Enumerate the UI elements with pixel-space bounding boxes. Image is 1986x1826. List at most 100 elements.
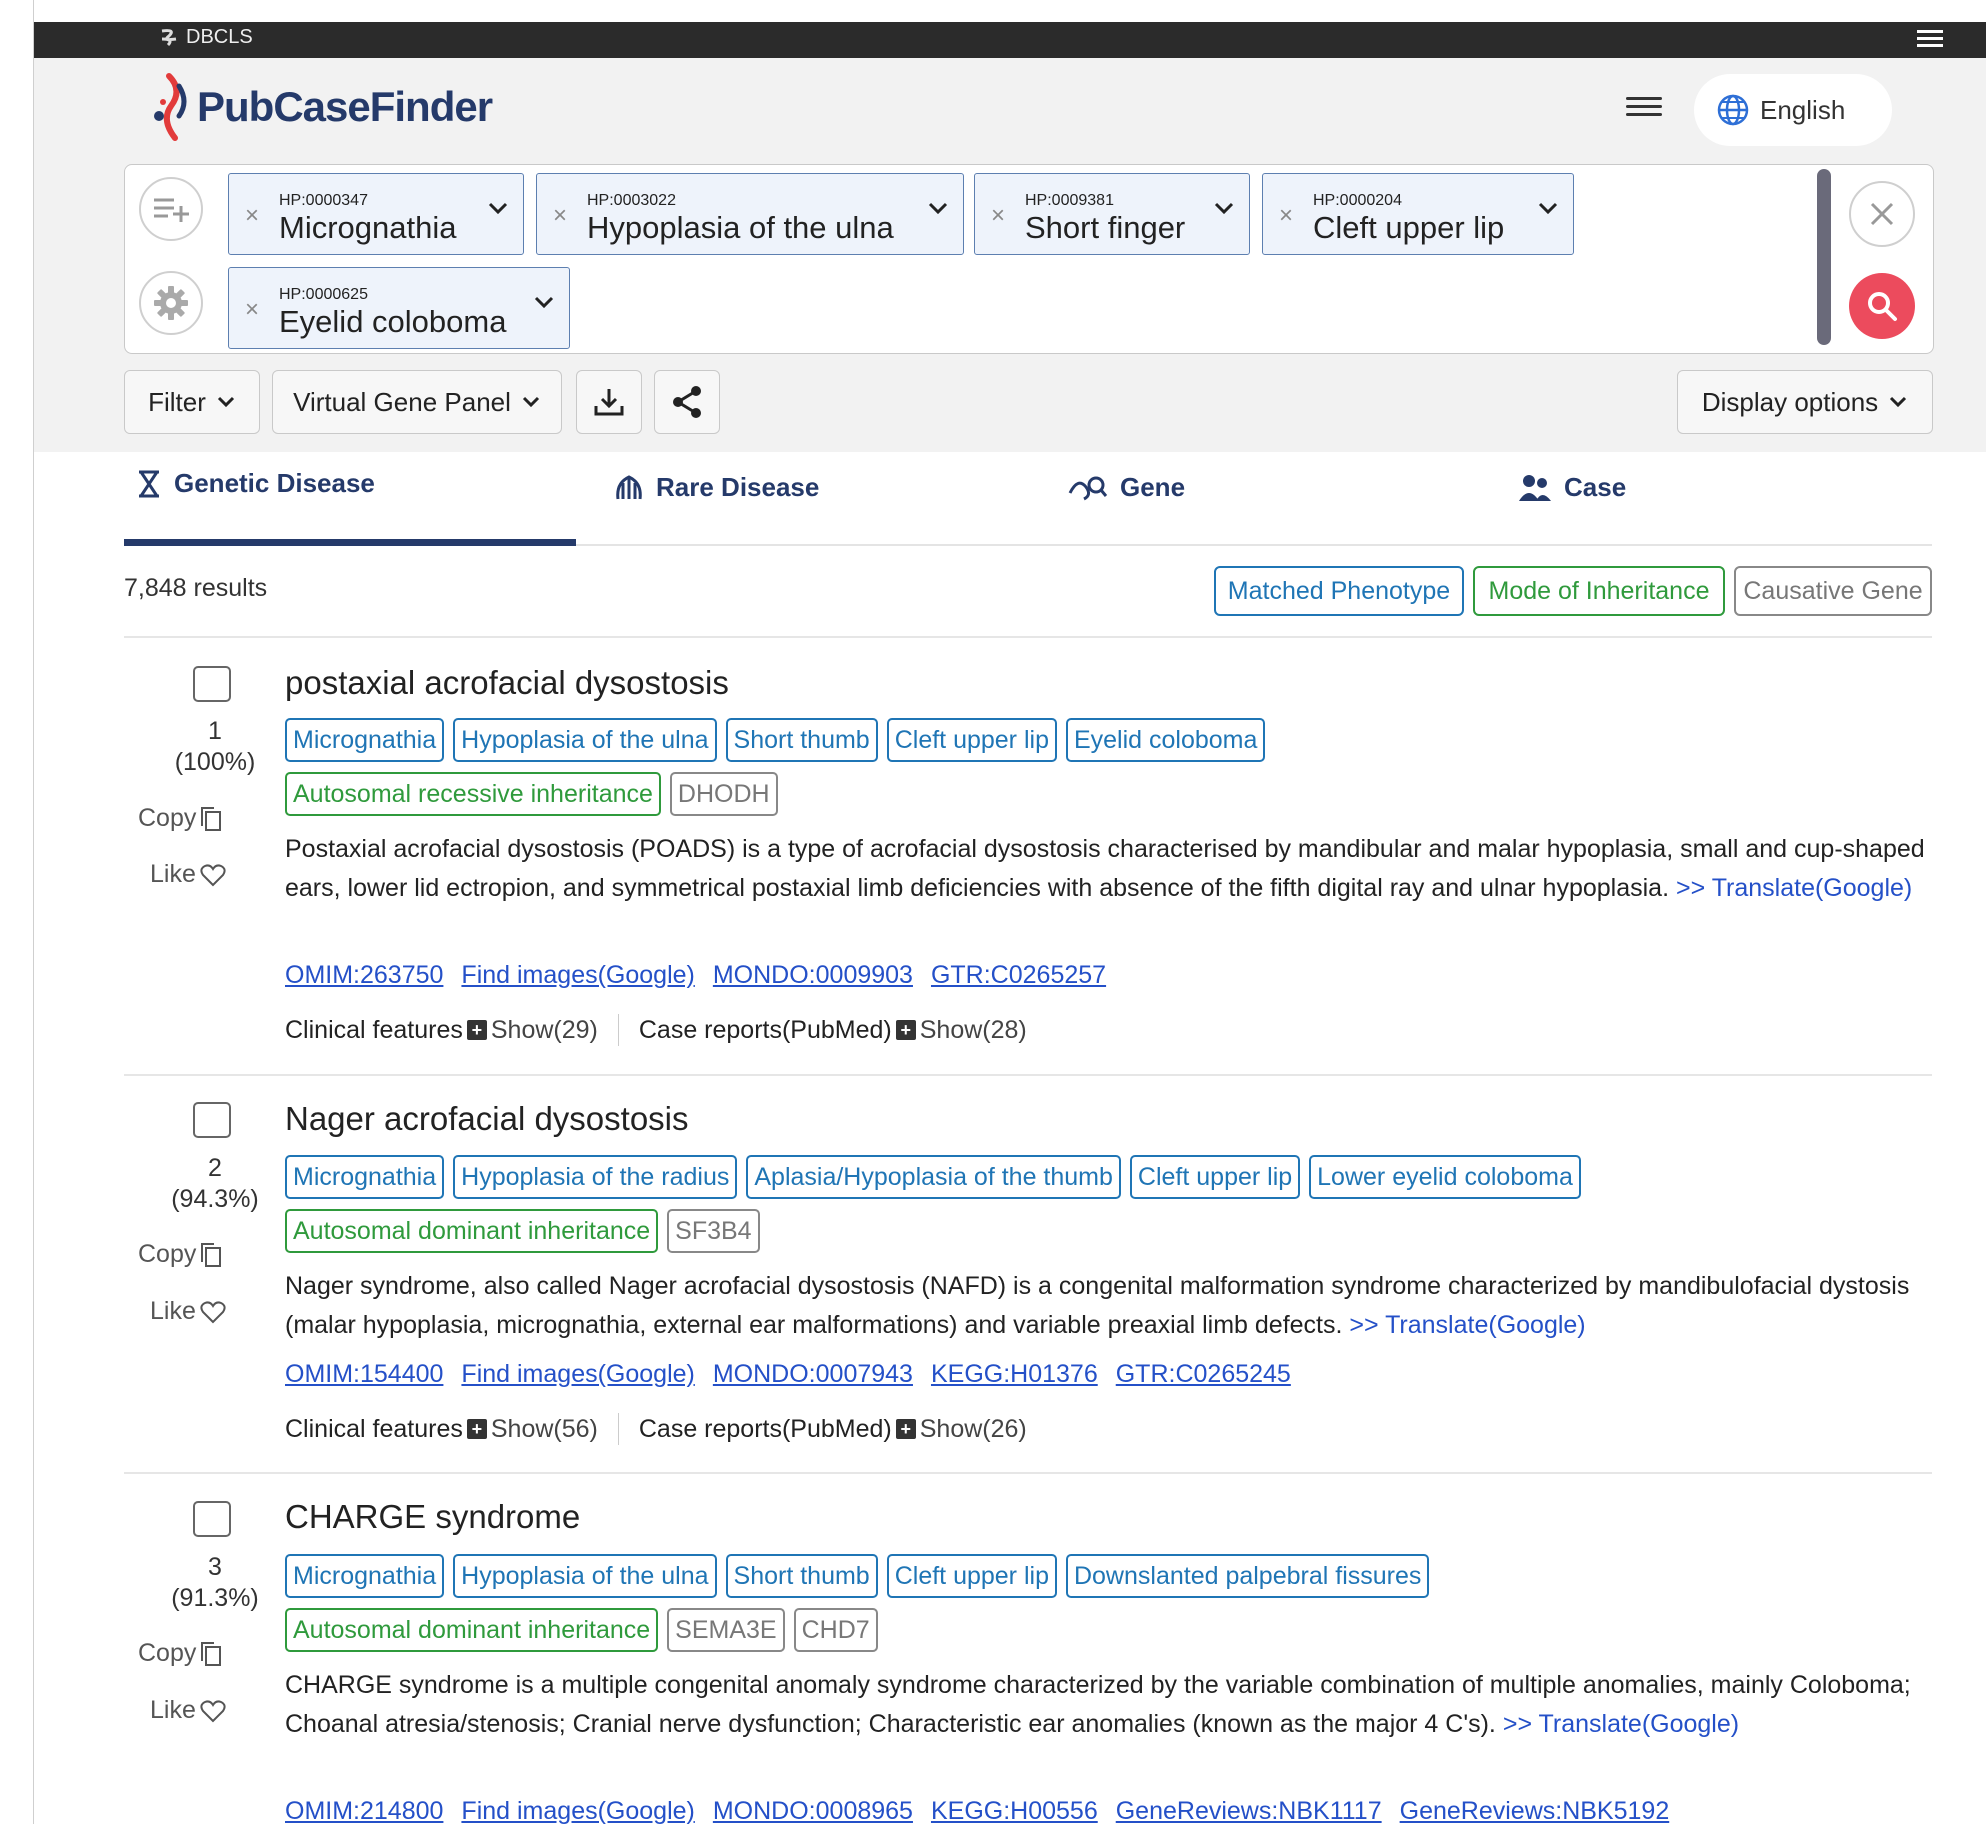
inheritance-tag[interactable]: Autosomal dominant inheritance xyxy=(285,1209,659,1253)
tab-gene[interactable]: Gene xyxy=(1068,472,1185,503)
phenotype-tag[interactable]: Eyelid coloboma xyxy=(1065,718,1266,762)
app-logo[interactable]: PubCaseFinder xyxy=(149,72,493,142)
virtual-gene-panel-button[interactable]: Virtual Gene Panel xyxy=(272,370,562,434)
phenotype-tag[interactable]: Micrognathia xyxy=(285,1554,445,1598)
case-reports-show[interactable]: Show(28) xyxy=(920,1016,1027,1045)
phenotype-tag[interactable]: Lower eyelid coloboma xyxy=(1309,1155,1581,1199)
external-link[interactable]: OMIM:214800 xyxy=(285,1797,443,1826)
legend-causative-gene: Causative Gene xyxy=(1734,566,1932,616)
download-icon xyxy=(594,389,624,416)
remove-chip-icon[interactable]: × xyxy=(1279,202,1293,230)
settings-button[interactable] xyxy=(139,271,203,335)
result-checkbox[interactable] xyxy=(193,1501,231,1537)
result-checkbox[interactable] xyxy=(193,1102,231,1138)
add-phenotype-button[interactable] xyxy=(139,177,203,241)
tab-case[interactable]: Case xyxy=(1518,472,1626,503)
search-button[interactable] xyxy=(1849,273,1915,339)
gene-tag[interactable]: SF3B4 xyxy=(667,1209,760,1253)
phenotype-tag[interactable]: Short thumb xyxy=(725,718,878,762)
external-link[interactable]: KEGG:H01376 xyxy=(931,1360,1098,1389)
tab-rare-disease[interactable]: Rare Disease xyxy=(614,472,819,503)
phenotype-chip[interactable]: × HP:0003022 Hypoplasia of the ulna xyxy=(536,173,964,255)
external-link[interactable]: Find images(Google) xyxy=(461,961,694,990)
phenotype-tag[interactable]: Hypoplasia of the ulna xyxy=(453,1554,717,1598)
chevron-down-icon[interactable] xyxy=(1213,200,1235,216)
external-link[interactable]: GeneReviews:NBK5192 xyxy=(1400,1797,1670,1826)
external-link[interactable]: OMIM:154400 xyxy=(285,1360,443,1389)
like-button[interactable]: Like xyxy=(150,1297,226,1326)
query-scrollbar[interactable] xyxy=(1817,169,1831,345)
translate-link[interactable]: >> Translate(Google) xyxy=(1676,874,1912,902)
external-link[interactable]: MONDO:0009903 xyxy=(713,961,913,990)
copy-button[interactable]: Copy xyxy=(138,1240,222,1269)
remove-chip-icon[interactable]: × xyxy=(553,202,567,230)
phenotype-tag[interactable]: Cleft upper lip xyxy=(886,1554,1057,1598)
external-link[interactable]: OMIM:263750 xyxy=(285,961,443,990)
external-link[interactable]: Find images(Google) xyxy=(461,1360,694,1389)
gene-tag[interactable]: DHODH xyxy=(669,772,778,816)
translate-link[interactable]: >> Translate(Google) xyxy=(1503,1710,1739,1738)
copy-label: Copy xyxy=(138,1639,197,1667)
clinical-features-show[interactable]: Show(29) xyxy=(491,1016,598,1045)
chevron-down-icon[interactable] xyxy=(487,200,509,216)
phenotype-chip[interactable]: × HP:0009381 Short finger xyxy=(974,173,1250,255)
copy-button[interactable]: Copy xyxy=(138,804,222,833)
phenotype-tag[interactable]: Micrognathia xyxy=(285,718,445,762)
phenotype-tag[interactable]: Micrognathia xyxy=(285,1155,445,1199)
remove-chip-icon[interactable]: × xyxy=(245,202,259,230)
phenotype-tag[interactable]: Cleft upper lip xyxy=(886,718,1057,762)
remove-chip-icon[interactable]: × xyxy=(991,202,1005,230)
copy-button[interactable]: Copy xyxy=(138,1639,222,1668)
result-checkbox[interactable] xyxy=(193,666,231,702)
like-button[interactable]: Like xyxy=(150,1696,226,1725)
download-button[interactable] xyxy=(576,370,642,434)
tab-genetic-disease[interactable]: Genetic Disease xyxy=(136,468,375,499)
like-button[interactable]: Like xyxy=(150,860,226,889)
phenotype-tag[interactable]: Cleft upper lip xyxy=(1129,1155,1301,1199)
external-link[interactable]: MONDO:0008965 xyxy=(713,1797,913,1826)
inheritance-tag[interactable]: Autosomal recessive inheritance xyxy=(285,772,661,816)
divider xyxy=(124,636,1932,638)
phenotype-tag[interactable]: Aplasia/Hypoplasia of the thumb xyxy=(746,1155,1121,1199)
clinical-features-show[interactable]: Show(56) xyxy=(491,1415,598,1444)
display-options-button[interactable]: Display options xyxy=(1677,370,1933,434)
phenotype-tag[interactable]: Short thumb xyxy=(725,1554,878,1598)
external-link[interactable]: KEGG:H00556 xyxy=(931,1797,1098,1826)
translate-link[interactable]: >> Translate(Google) xyxy=(1349,1311,1585,1339)
phenotype-tag[interactable]: Hypoplasia of the ulna xyxy=(453,718,717,762)
result-tabs: Genetic Disease Rare Disease Gene Case xyxy=(124,452,1932,546)
phenotype-chip[interactable]: × HP:0000347 Micrognathia xyxy=(228,173,524,255)
external-link[interactable]: MONDO:0007943 xyxy=(713,1360,913,1389)
external-link[interactable]: Find images(Google) xyxy=(461,1797,694,1826)
language-label: English xyxy=(1760,94,1846,125)
case-reports-show[interactable]: Show(26) xyxy=(920,1415,1027,1444)
clear-query-button[interactable] xyxy=(1849,181,1915,247)
chevron-down-icon[interactable] xyxy=(927,200,949,216)
phenotype-tag[interactable]: Downslanted palpebral fissures xyxy=(1065,1554,1430,1598)
gene-tag[interactable]: CHD7 xyxy=(793,1608,878,1652)
disease-description: Nager syndrome, also called Nager acrofa… xyxy=(285,1267,1925,1345)
chevron-down-icon[interactable] xyxy=(1537,200,1559,216)
disease-title[interactable]: CHARGE syndrome xyxy=(285,1498,580,1536)
phenotype-chip[interactable]: × HP:0000625 Eyelid coloboma xyxy=(228,267,570,349)
display-options-label: Display options xyxy=(1701,386,1879,417)
disease-title[interactable]: Nager acrofacial dysostosis xyxy=(285,1100,689,1138)
divider xyxy=(617,1413,619,1445)
phenotype-tag[interactable]: Hypoplasia of the radius xyxy=(453,1155,738,1199)
inheritance-tag[interactable]: Autosomal dominant inheritance xyxy=(285,1608,659,1652)
chevron-down-icon[interactable] xyxy=(533,294,555,310)
phenotype-chip[interactable]: × HP:0000204 Cleft upper lip xyxy=(1262,173,1574,255)
top-menu-icon[interactable] xyxy=(1917,28,1943,55)
clinical-features-label: Clinical features xyxy=(285,1414,463,1443)
gene-tag[interactable]: SEMA3E xyxy=(667,1608,785,1652)
external-link[interactable]: GeneReviews:NBK1117 xyxy=(1116,1797,1382,1826)
filter-button[interactable]: Filter xyxy=(124,370,260,434)
disease-title[interactable]: postaxial acrofacial dysostosis xyxy=(285,664,729,702)
language-selector[interactable]: English xyxy=(1694,74,1892,146)
remove-chip-icon[interactable]: × xyxy=(245,296,259,324)
dbcls-brand[interactable]: DBCLS xyxy=(158,26,253,49)
share-button[interactable] xyxy=(654,370,720,434)
external-link[interactable]: GTR:C0265245 xyxy=(1116,1360,1291,1389)
external-link[interactable]: GTR:C0265257 xyxy=(931,961,1106,990)
menu-icon[interactable] xyxy=(1626,92,1662,120)
